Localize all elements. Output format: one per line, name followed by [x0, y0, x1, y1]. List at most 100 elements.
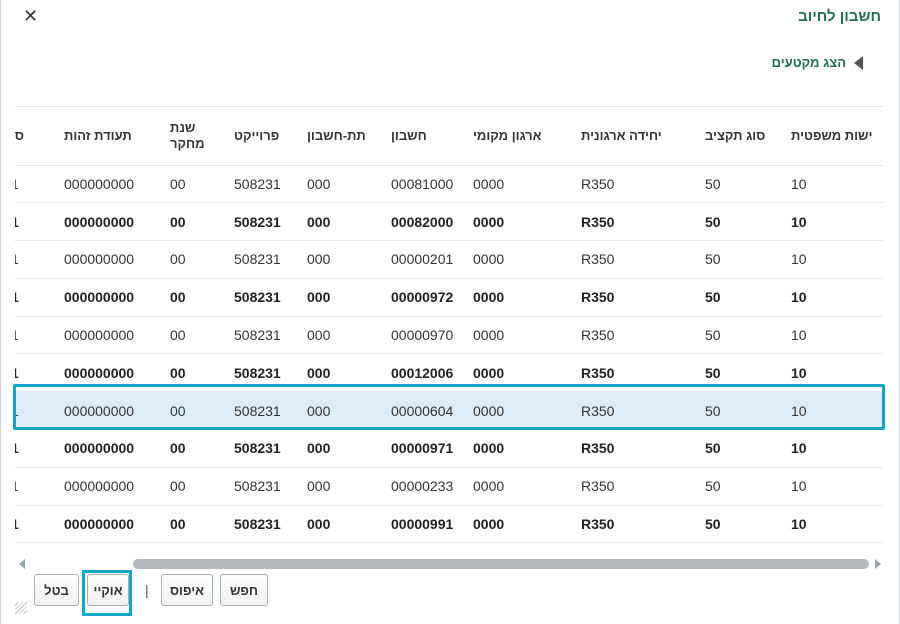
table-cell-project: 508231	[226, 505, 299, 544]
table-cell-unit: R350	[573, 467, 697, 506]
table-cell-entity: 10	[783, 165, 883, 204]
table-cell-account: 00000971	[383, 429, 465, 468]
table-cell-unit: R350	[573, 202, 697, 242]
table-cell-budget: 50	[697, 391, 783, 431]
column-header[interactable]: תת-חשבון	[299, 107, 383, 166]
table-cell-local: 0000	[465, 240, 573, 279]
table-row[interactable]: 10 50 R350 0000 00000604 000 508231 00 000000000…	[15, 391, 883, 431]
table-cell-sub: 000	[299, 278, 383, 317]
table-cell-account: 00000991	[383, 505, 465, 544]
table-cell-budget: 50	[697, 467, 783, 506]
table-cell-project: 508231	[226, 391, 299, 431]
table-cell-sub: 000	[299, 353, 383, 393]
table-cell-budget: 50	[697, 316, 783, 355]
table-cell-id: 000000000	[56, 391, 162, 431]
table-body: 10 50 R350 0000 00081000 000 508231 00 000000000…	[15, 165, 883, 544]
table-cell-id: 000000000	[56, 467, 162, 506]
column-header[interactable]: פרוייקט	[226, 107, 299, 166]
table-cell-account: 00000972	[383, 278, 465, 317]
table-cell-type: 1	[15, 202, 56, 242]
table-cell-year: 00	[162, 240, 226, 279]
column-header[interactable]: ארגון מקומי	[465, 107, 573, 166]
table-cell-entity: 10	[783, 316, 883, 355]
table-row[interactable]: 10 50 R350 0000 00000972 000 508231 00 000000000…	[15, 278, 883, 317]
table-cell-local: 0000	[465, 429, 573, 468]
scrollbar-thumb[interactable]	[133, 559, 869, 569]
table-cell-id: 000000000	[56, 353, 162, 393]
accounts-table-container: ישות משפטית סוג תקציב יחידה ארגונית ארגון מ…	[15, 106, 883, 544]
table-cell-sub: 000	[299, 316, 383, 355]
table-cell-local: 0000	[465, 202, 573, 242]
column-header[interactable]: חשבון	[383, 107, 465, 166]
table-cell-account: 00000970	[383, 316, 465, 355]
table-row[interactable]: 10 50 R350 0000 00082000 000 508231 00 000000000…	[15, 202, 883, 242]
table-row[interactable]: 10 50 R350 0000 00000991 000 508231 00 000000000…	[15, 505, 883, 544]
table-row[interactable]: 10 50 R350 0000 00081000 000 508231 00 000000000…	[15, 165, 883, 204]
table-row[interactable]: 10 50 R350 0000 00012006 000 508231 00 000000000…	[15, 353, 883, 393]
table-cell-type: 1	[15, 391, 56, 431]
ok-button[interactable]: אוקיי	[87, 574, 129, 606]
table-cell-local: 0000	[465, 353, 573, 393]
table-cell-type: 1	[15, 240, 56, 279]
table-cell-account: 00000233	[383, 467, 465, 506]
table-cell-sub: 000	[299, 240, 383, 279]
table-cell-unit: R350	[573, 429, 697, 468]
resize-grip-icon[interactable]	[15, 602, 27, 614]
column-header[interactable]: סוג תקציב	[697, 107, 783, 166]
table-cell-type: 1	[15, 505, 56, 544]
table-cell-project: 508231	[226, 467, 299, 506]
table-row[interactable]: 10 50 R350 0000 00000233 000 508231 00 000000000…	[15, 467, 883, 506]
table-cell-project: 508231	[226, 202, 299, 242]
table-cell-type: 1	[15, 467, 56, 506]
reset-button[interactable]: איפוס	[161, 574, 213, 606]
table-cell-id: 000000000	[56, 429, 162, 468]
table-cell-project: 508231	[226, 316, 299, 355]
scroll-left-arrow-icon[interactable]	[19, 559, 25, 569]
show-segments-toggle[interactable]: הצג מקטעים	[772, 55, 863, 70]
table-cell-sub: 000	[299, 467, 383, 506]
column-header[interactable]: ישות משפטית	[783, 107, 883, 166]
table-row[interactable]: 10 50 R350 0000 00000201 000 508231 00 000000000…	[15, 240, 883, 279]
table-header-row: ישות משפטית סוג תקציב יחידה ארגונית ארגון מ…	[15, 107, 883, 166]
search-button[interactable]: חפש	[220, 574, 268, 606]
table-cell-budget: 50	[697, 429, 783, 468]
table-row[interactable]: 10 50 R350 0000 00000971 000 508231 00 000000000…	[15, 429, 883, 468]
table-cell-unit: R350	[573, 316, 697, 355]
table-cell-type: 1	[15, 316, 56, 355]
table-cell-type: 1	[15, 353, 56, 393]
column-header[interactable]: סו	[15, 107, 56, 166]
table-cell-budget: 50	[697, 278, 783, 317]
table-cell-local: 0000	[465, 278, 573, 317]
column-header[interactable]: יחידה ארגונית	[573, 107, 697, 166]
table-cell-type: 1	[15, 165, 56, 204]
table-cell-id: 000000000	[56, 165, 162, 204]
table-cell-unit: R350	[573, 240, 697, 279]
cancel-button[interactable]: בטל	[34, 574, 79, 606]
table-row[interactable]: 10 50 R350 0000 00000970 000 508231 00 000000000…	[15, 316, 883, 355]
table-cell-project: 508231	[226, 240, 299, 279]
table-cell-entity: 10	[783, 391, 883, 431]
table-cell-budget: 50	[697, 353, 783, 393]
dialog-footer: בטל אוקיי | איפוס חפש	[1, 570, 900, 620]
dialog-title: חשבון לחיוב	[798, 8, 881, 25]
close-icon[interactable]: ✕	[23, 6, 38, 26]
column-header[interactable]: תעודת זהות	[56, 107, 162, 166]
table-cell-year: 00	[162, 467, 226, 506]
table-cell-local: 0000	[465, 505, 573, 544]
table-cell-unit: R350	[573, 505, 697, 544]
table-cell-entity: 10	[783, 353, 883, 393]
table-cell-local: 0000	[465, 165, 573, 204]
table-cell-sub: 000	[299, 202, 383, 242]
table-cell-entity: 10	[783, 240, 883, 279]
table-cell-entity: 10	[783, 467, 883, 506]
show-segments-label: הצג מקטעים	[771, 55, 846, 70]
scroll-right-arrow-icon[interactable]	[875, 559, 881, 569]
column-header[interactable]: שנת מחקר	[162, 107, 226, 166]
table-cell-id: 000000000	[56, 505, 162, 544]
table-cell-project: 508231	[226, 165, 299, 204]
table-cell-budget: 50	[697, 165, 783, 204]
table-cell-sub: 000	[299, 505, 383, 544]
table-cell-year: 00	[162, 278, 226, 317]
table-cell-budget: 50	[697, 505, 783, 544]
table-cell-type: 1	[15, 278, 56, 317]
